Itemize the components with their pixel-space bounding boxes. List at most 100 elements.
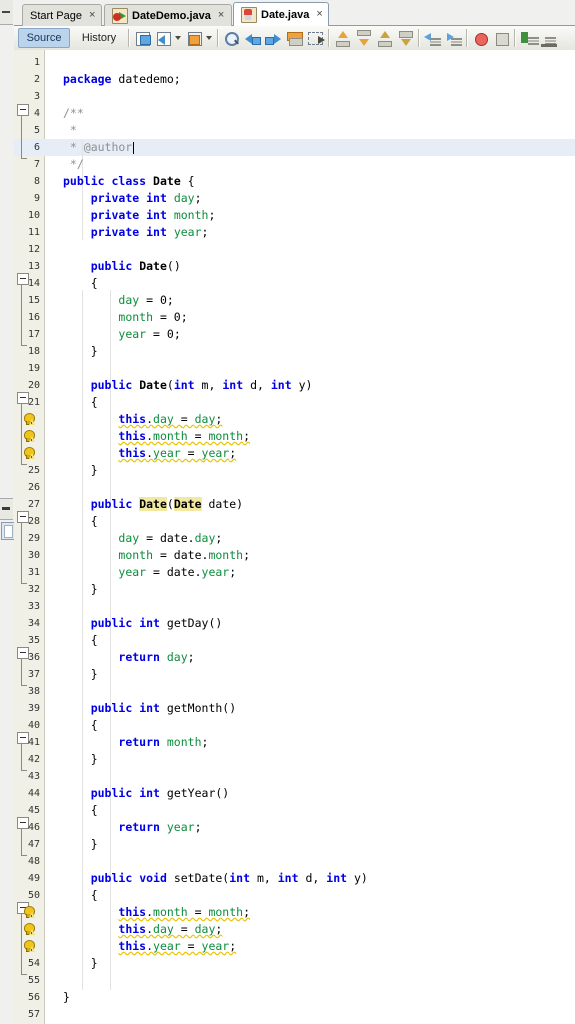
tab-start-page[interactable]: Start Page ×: [22, 4, 102, 26]
line-number: 40: [27, 720, 40, 731]
docked-window-icon[interactable]: [1, 522, 15, 540]
code-line: 13 public Date(): [14, 258, 575, 275]
code-text: {: [63, 888, 98, 902]
tab-date-java[interactable]: Date.java ×: [233, 2, 329, 26]
code-text: }: [63, 752, 98, 766]
bulb-warning-icon[interactable]: [22, 940, 35, 953]
collapse-panel-button-2[interactable]: [0, 498, 13, 520]
previous-occurrence-icon[interactable]: [244, 30, 261, 47]
code-line: 27 public Date(Date date): [14, 496, 575, 513]
toggle-rectangular-selection-icon[interactable]: [286, 30, 303, 47]
line-number: 29: [27, 533, 40, 544]
line-number: 39: [27, 703, 40, 714]
code-line: 20 public Date(int m, int d, int y): [14, 377, 575, 394]
bulb-warning-icon[interactable]: [22, 430, 35, 443]
tab-datedemo-java[interactable]: DateDemo.java ×: [104, 4, 232, 26]
code-line: 14 {: [14, 275, 575, 292]
move-up-icon[interactable]: [376, 30, 393, 47]
toolbar-separator-5: [466, 29, 468, 47]
code-line: 19: [14, 360, 575, 377]
code-line: 39 public int getMonth(): [14, 700, 575, 717]
line-number: 2: [33, 74, 40, 85]
code-text: this.year = year;: [118, 939, 237, 953]
bulb-warning-icon[interactable]: [22, 923, 35, 936]
chevron-down-icon[interactable]: [175, 36, 181, 40]
line-number: 43: [27, 771, 40, 782]
code-line: 34 public int getDay(): [14, 615, 575, 632]
line-number: 30: [27, 550, 40, 561]
move-down-icon[interactable]: [397, 30, 414, 47]
code-line: 2 package datedemo;: [14, 71, 575, 88]
code-line: 29 day = date.day;: [14, 530, 575, 547]
stop-icon[interactable]: [493, 30, 510, 47]
code-text: public Date(): [90, 259, 181, 273]
line-number: 48: [27, 856, 40, 867]
toolbar-separator-2: [217, 29, 219, 47]
find-selection-icon[interactable]: [223, 30, 240, 47]
lines-shape: [430, 44, 441, 46]
next-occurrence-icon[interactable]: [265, 30, 282, 47]
code-line: 56}: [14, 989, 575, 1006]
code-text: public class Date {: [63, 174, 195, 188]
select-in-projects-icon[interactable]: [307, 30, 325, 47]
code-text: {: [63, 395, 98, 409]
tab-close-icon[interactable]: ×: [218, 10, 224, 21]
toggle-breakpoint-icon[interactable]: [472, 30, 489, 47]
code-line: 54 }: [14, 955, 575, 972]
tab-close-icon[interactable]: ×: [316, 9, 322, 20]
bulb-warning-icon[interactable]: [22, 447, 35, 460]
code-text: return year;: [118, 820, 202, 834]
code-text: *: [63, 123, 77, 137]
line-number: 17: [27, 329, 40, 340]
shift-line-down-icon[interactable]: [355, 30, 372, 47]
code-line: 3: [14, 88, 575, 105]
code-text: {: [63, 803, 98, 817]
line-number: 20: [27, 380, 40, 391]
shift-line-up-icon[interactable]: [334, 30, 351, 47]
toolbar-separator-3: [328, 29, 330, 47]
last-edit-icon[interactable]: [134, 30, 151, 47]
bulb-warning-icon[interactable]: [22, 906, 35, 919]
code-line: 10 private int month;: [14, 207, 575, 224]
uncomment-icon[interactable]: [445, 30, 462, 47]
line-number: 47: [27, 839, 40, 850]
line-number: 14: [27, 278, 40, 289]
code-text: year = date.year;: [118, 565, 237, 579]
chevron-down-icon-2[interactable]: [206, 36, 212, 40]
orange-shape: [189, 35, 200, 45]
comment-icon[interactable]: [424, 30, 441, 47]
line-number: 36: [27, 652, 40, 663]
code-line: 17 year = 0;: [14, 326, 575, 343]
code-line: 11 private int year;: [14, 224, 575, 241]
code-text: }: [63, 667, 98, 681]
format-icon[interactable]: [520, 30, 539, 47]
code-line: 45 {: [14, 802, 575, 819]
shift-right-icon[interactable]: [541, 30, 558, 47]
bulb-warning-icon[interactable]: [22, 413, 35, 426]
tab-close-icon[interactable]: ×: [89, 10, 95, 21]
line-number: 12: [27, 244, 40, 255]
previous-bookmark-icon[interactable]: [186, 30, 203, 47]
toolbar-separator-4: [418, 29, 420, 47]
code-line: 33: [14, 598, 575, 615]
tab-source[interactable]: Source: [18, 28, 70, 48]
code-text: month = date.month;: [118, 548, 250, 562]
collapse-panel-button[interactable]: [0, 0, 13, 25]
left-arrow-shape: [158, 35, 165, 45]
tab-history-label: History: [81, 32, 117, 44]
line-number: 10: [27, 210, 40, 221]
tab-history[interactable]: History: [74, 28, 124, 48]
line-number: 3: [33, 91, 40, 102]
code-editor[interactable]: 1 2 package datedemo; 3 4/** 5 * 6 * @author 7…: [14, 50, 575, 1024]
gray-shape: [357, 30, 371, 36]
code-line: 12: [14, 241, 575, 258]
minimize-icon: [2, 11, 10, 13]
code-text: }: [63, 837, 98, 851]
code-line: 16 month = 0;: [14, 309, 575, 326]
line-number: 28: [27, 516, 40, 527]
gray-shape: [289, 38, 303, 46]
toggle-bookmark-icon[interactable]: [155, 30, 172, 47]
code-line: 15 day = 0;: [14, 292, 575, 309]
code-text: {: [63, 514, 98, 528]
gray-shape: [336, 41, 350, 47]
